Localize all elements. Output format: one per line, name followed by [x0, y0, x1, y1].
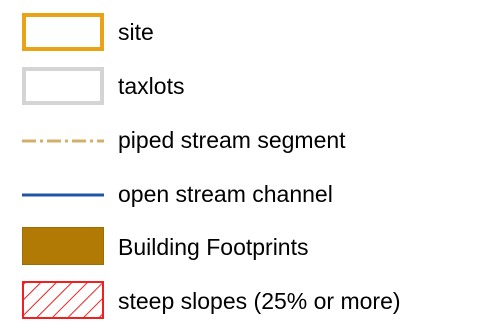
legend-item-steep-slopes: steep slopes (25% or more) [0, 279, 480, 323]
building-footprint-swatch [22, 227, 104, 265]
legend-item-building-footprints: Building Footprints [0, 225, 480, 269]
legend-item-open-stream: open stream channel [0, 172, 480, 216]
piped-stream-line-swatch [22, 139, 104, 143]
open-stream-line-swatch [22, 193, 104, 197]
legend-item-piped-stream: piped stream segment [0, 118, 480, 162]
taxlot-boundary-swatch [22, 67, 104, 105]
hatch-pattern [24, 283, 102, 317]
legend-label-open-stream: open stream channel [118, 181, 333, 207]
legend-item-site: site [0, 10, 480, 54]
legend-label-building-footprints: Building Footprints [118, 234, 309, 260]
legend-label-site: site [118, 19, 154, 45]
map-legend: site taxlots piped stream segment open s… [0, 0, 480, 320]
legend-item-taxlots: taxlots [0, 64, 480, 108]
legend-label-taxlots: taxlots [118, 73, 185, 99]
steep-slope-hatch-swatch [22, 281, 104, 319]
legend-label-piped-stream: piped stream segment [118, 127, 346, 153]
site-boundary-swatch [22, 13, 104, 51]
legend-label-steep-slopes: steep slopes (25% or more) [118, 288, 401, 314]
